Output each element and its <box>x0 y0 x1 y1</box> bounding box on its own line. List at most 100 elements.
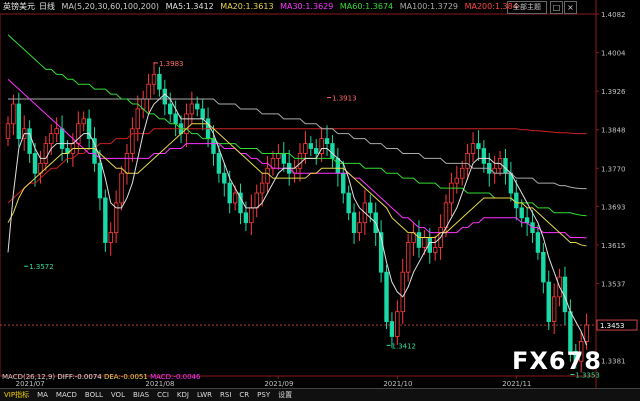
candle-body <box>27 128 32 154</box>
candle-body <box>535 232 541 253</box>
candle-body <box>43 143 49 164</box>
candle-body <box>351 212 357 233</box>
candle-body <box>341 172 346 194</box>
symbol-label[interactable]: 英镑美元 <box>3 2 35 11</box>
candle-body <box>259 182 265 194</box>
tab-2[interactable]: MACD <box>52 389 81 401</box>
period-label[interactable]: 日线 <box>39 2 55 11</box>
candle-body <box>400 271 405 313</box>
y-tick-label: 1.3693 <box>601 203 626 211</box>
candle-body <box>584 324 589 342</box>
tab-11[interactable]: PSY <box>253 389 274 401</box>
y-tick-label: 1.3615 <box>601 242 626 250</box>
candle-body <box>389 321 395 337</box>
close-icon[interactable]: × <box>564 1 577 14</box>
candle-body <box>432 247 438 253</box>
candle-body <box>16 103 22 140</box>
chart-window: 1.4082 1.4004 1.3926 1.3848 1.3770 1.3693 1.36… <box>0 0 640 401</box>
candle-body <box>465 153 470 169</box>
candle-body <box>330 143 335 159</box>
candle-body <box>422 237 427 248</box>
candle-body <box>157 73 162 90</box>
y-tick-label: 1.3848 <box>601 127 626 135</box>
candle-body <box>200 108 205 120</box>
candle-body <box>32 153 38 174</box>
candle-body <box>76 123 81 144</box>
price-chart[interactable]: 1.40821.40041.39261.38481.37701.36931.36… <box>0 0 640 400</box>
tab-1[interactable]: MA <box>33 389 52 401</box>
candle-body <box>184 113 189 135</box>
ma20-value: MA20:1.3613 <box>220 2 274 11</box>
candle-body <box>254 192 259 209</box>
tab-5[interactable]: BIAS <box>129 389 153 401</box>
ma100-value: MA100:1.3729 <box>399 2 459 11</box>
candle-body <box>368 202 373 214</box>
macd-label: MACD(26,12,9) <box>2 373 56 381</box>
macd-macd: MACD:-0.0046 <box>150 373 201 381</box>
annotation-label: 1.3913 <box>332 95 357 103</box>
candle-body <box>551 296 557 323</box>
candle-body <box>97 162 103 199</box>
candle-body <box>384 271 389 323</box>
candle-body <box>476 143 481 149</box>
tab-6[interactable]: CCI <box>153 389 173 401</box>
x-tick-label: 2021/11 <box>502 380 531 388</box>
macd-bar: MACD(26,12,9) DIFF:-0.0074 DEA:-0.0051 M… <box>2 373 200 381</box>
candle-body <box>49 133 54 144</box>
plot-frame <box>0 13 597 377</box>
candle-body <box>541 251 546 283</box>
ma-indicator-name: MA(5,20,30,60,100,200) <box>61 2 160 11</box>
candle-body <box>514 192 519 209</box>
ma30-value: MA30:1.3629 <box>280 2 334 11</box>
annotation-label: 1.3572 <box>29 263 54 271</box>
candle-body <box>324 138 330 144</box>
candle-body <box>195 103 200 110</box>
candle-body <box>11 103 16 125</box>
candle-body <box>443 202 449 229</box>
candle-body <box>276 153 281 159</box>
tab-0[interactable]: VIP指标 <box>0 389 33 401</box>
candle-body <box>108 232 113 243</box>
candle-body <box>130 128 135 154</box>
candle-body <box>503 158 508 174</box>
candle-body <box>151 73 157 85</box>
candle-body <box>216 153 222 174</box>
last-price-label: 1.3453 <box>600 322 625 330</box>
candle-body <box>222 172 227 184</box>
ma60-line <box>7 34 587 217</box>
candle-body <box>189 103 195 115</box>
fx678-logo: FX678 <box>512 347 602 375</box>
y-tick-label: 1.3770 <box>601 165 626 173</box>
candle-body <box>568 311 573 352</box>
candle-body <box>168 103 173 115</box>
x-tick-label: 2021/09 <box>264 380 293 388</box>
tab-3[interactable]: BOLL <box>81 389 107 401</box>
candle-body <box>265 167 270 184</box>
expand-icon[interactable]: □ <box>550 1 563 14</box>
candle-body <box>303 143 308 154</box>
tab-12[interactable]: 设置 <box>274 389 296 401</box>
y-tick-label: 1.4004 <box>601 50 626 58</box>
candle-body <box>519 207 524 219</box>
y-tick-label: 1.3537 <box>601 281 626 289</box>
tab-10[interactable]: CR <box>235 389 253 401</box>
candle-body <box>405 242 411 273</box>
candle-body <box>416 232 422 248</box>
x-tick-label: 2021/08 <box>145 380 174 388</box>
theme-select[interactable]: 全部主题 <box>507 1 547 14</box>
candle-body <box>357 222 362 233</box>
tab-4[interactable]: VOL <box>107 389 129 401</box>
candle-body <box>281 153 286 164</box>
tab-9[interactable]: RSI <box>216 389 235 401</box>
candle-body <box>81 118 86 125</box>
candle-body <box>54 128 59 135</box>
tab-7[interactable]: KDJ <box>173 389 193 401</box>
candle-body <box>173 113 178 125</box>
tab-8[interactable]: LWR <box>193 389 216 401</box>
candle-body <box>243 212 249 224</box>
candle-body <box>481 148 487 164</box>
ma5-value: MA5:1.3412 <box>165 2 214 11</box>
candle-body <box>232 192 238 204</box>
candle-body <box>119 172 124 204</box>
candle-body <box>335 158 341 174</box>
